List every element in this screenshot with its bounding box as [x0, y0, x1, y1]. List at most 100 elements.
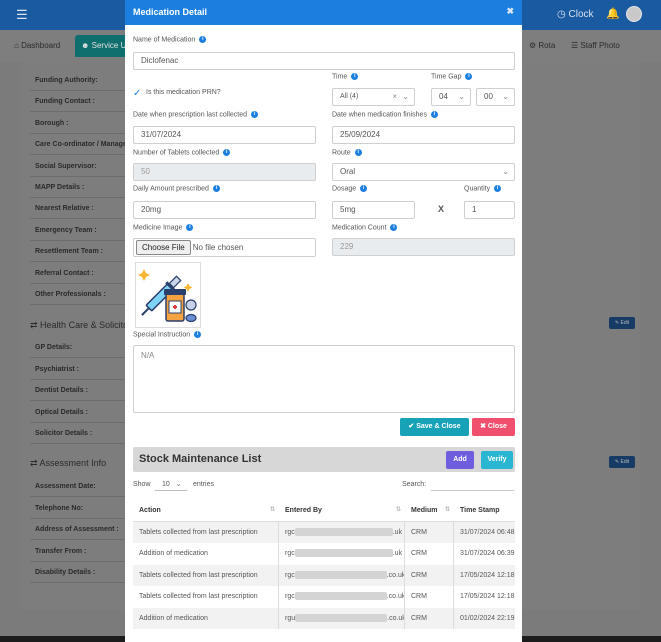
info-icon: i: [465, 73, 473, 80]
hamburger-menu-icon[interactable]: ☰: [16, 7, 28, 23]
background-detail-label: Solicitor Details :: [35, 430, 93, 438]
medicine-image-file-input[interactable]: Choose File No file chosen: [133, 238, 316, 257]
date-finish-input[interactable]: 25/09/2024: [332, 126, 515, 144]
cell-time-stamp: 17/05/2024 12:18: [460, 571, 515, 579]
medicine-image-label-text: Medicine Image: [133, 224, 183, 232]
prn-checkbox[interactable]: ✓: [133, 88, 141, 99]
date-collected-input[interactable]: 31/07/2024: [133, 126, 316, 144]
special-instruction-textarea[interactable]: N/A: [133, 345, 515, 413]
time-gap-minutes-select[interactable]: 00 ⌄: [476, 88, 515, 106]
background-detail-label: Borough :: [35, 119, 69, 127]
dosage-label-text: Dosage: [332, 185, 357, 193]
route-label-text: Route: [332, 149, 351, 157]
background-detail-label: Care Co-ordinator / Manager :: [35, 141, 134, 149]
modal-header: Medication Detail ✖: [125, 0, 522, 25]
name-of-medication-label: Name of Medication i: [133, 36, 207, 43]
table-row[interactable]: Tablets collected from last prescription…: [133, 586, 515, 608]
save-and-close-button[interactable]: ✔ Save & Close: [400, 418, 469, 436]
divider: [30, 357, 125, 358]
tablets-collected-input: 50: [133, 163, 316, 181]
search-input[interactable]: [430, 477, 515, 491]
clock-button[interactable]: ◷ Clock: [557, 9, 594, 20]
daily-amount-input[interactable]: 20mg: [133, 201, 316, 219]
entries-label: entries: [193, 481, 215, 488]
column-header-action[interactable]: Action ⇅: [133, 500, 278, 522]
time-select[interactable]: All (4) × ⌄: [332, 88, 415, 106]
tab-staff-photo[interactable]: ☰ Staff Photo: [565, 35, 626, 57]
column-header-entered-by[interactable]: Entered By ⇅: [279, 500, 404, 522]
sort-icon: ⇅: [269, 507, 275, 513]
background-detail-label: Psychiatrist :: [35, 365, 79, 373]
table-header-row: Action ⇅ Entered By ⇅ Medium ⇅ Time Stamp: [133, 500, 515, 522]
date-collected-value: 31/07/2024: [141, 130, 182, 139]
quantity-value: 1: [472, 205, 477, 214]
entered-by-end: .uk: [392, 550, 403, 557]
entered-by-end: .co.uk: [386, 593, 404, 600]
background-detail-label: Nearest Relative :: [35, 205, 94, 213]
info-icon: i: [494, 185, 502, 192]
special-instruction-label: Special Instruction i: [133, 331, 202, 339]
dosage-input[interactable]: 5mg: [332, 201, 415, 219]
medication-count-label-text: Medication Count: [332, 224, 387, 232]
tab-service-users-label: Service U: [91, 41, 127, 50]
background-detail-label: Disability Details :: [35, 569, 96, 577]
clear-icon[interactable]: ×: [392, 89, 397, 105]
daily-amount-label-text: Daily Amount prescribed: [133, 185, 209, 193]
chevron-down-icon: ⌄: [458, 92, 465, 101]
cell-action: Tablets collected from last prescription: [139, 593, 258, 600]
column-header-medium[interactable]: Medium ⇅: [405, 500, 453, 522]
cell-time-stamp: 31/07/2024 06:48: [460, 528, 515, 536]
name-of-medication-input[interactable]: Diclofenac: [133, 52, 515, 70]
name-of-medication-value: Diclofenac: [141, 56, 179, 65]
bell-icon[interactable]: 🔔: [606, 7, 620, 20]
background-detail-label: Funding Authority:: [35, 77, 98, 84]
tab-rota[interactable]: ⚙ Rota: [523, 35, 561, 57]
route-select[interactable]: Oral ⌄: [332, 163, 515, 181]
add-button[interactable]: Add: [446, 451, 474, 469]
close-icon[interactable]: ✖: [506, 6, 514, 17]
medicine-image-label: Medicine Image i: [133, 224, 194, 232]
background-detail-label: Telephone No:: [35, 504, 84, 512]
column-divider: [404, 586, 405, 608]
avatar[interactable]: [626, 6, 642, 22]
divider: [30, 304, 125, 305]
background-detail-label: Referral Contact :: [35, 269, 94, 277]
cell-time-stamp: 31/07/2024 06:39: [460, 550, 515, 557]
divider: [30, 421, 125, 423]
special-instruction-label-text: Special Instruction: [133, 331, 191, 339]
info-icon: i: [194, 331, 202, 338]
info-icon: i: [251, 111, 259, 118]
dosage-value: 5mg: [340, 205, 356, 214]
date-finish-label: Date when medication finishes i: [332, 111, 438, 118]
table-row[interactable]: Addition of medication rgu .co.uk CRM 01/02/…: [133, 607, 515, 629]
tab-dashboard[interactable]: ⌂ Dashboard: [8, 35, 66, 57]
close-button[interactable]: ✖ Close: [472, 418, 515, 436]
column-divider: [278, 564, 279, 586]
redacted-email: [295, 613, 388, 622]
cell-medium: CRM: [411, 614, 427, 622]
tab-staff-photo-label: Staff Photo: [580, 41, 620, 50]
health-care-heading-text: Health Care & Solicitors: [40, 320, 136, 330]
cell-entered-by: rgc .co.uk: [279, 586, 404, 608]
table-row[interactable]: Addition of medication rgc .uk CRM 31/07/202…: [133, 543, 515, 565]
daily-amount-label: Daily Amount prescribed i: [133, 185, 220, 192]
table-row[interactable]: Tablets collected from last prescription…: [133, 521, 515, 543]
tab-service-users[interactable]: ☻ Service U: [75, 35, 133, 57]
cell-entered-by: rgc .uk: [279, 543, 404, 565]
choose-file-button[interactable]: Choose File: [136, 240, 191, 255]
quantity-input[interactable]: 1: [464, 201, 515, 219]
divider: [30, 496, 125, 497]
route-label: Route i: [332, 149, 362, 156]
column-header-time-stamp[interactable]: Time Stamp: [454, 500, 515, 522]
table-row[interactable]: Tablets collected from last prescription…: [133, 564, 515, 586]
edit-button[interactable]: ✎ Edit: [609, 456, 635, 468]
edit-button[interactable]: ✎ Edit: [609, 317, 635, 329]
divider: [30, 539, 125, 541]
divider: [30, 239, 125, 241]
verify-button[interactable]: Verify: [481, 451, 513, 469]
divider: [30, 443, 125, 445]
time-label-text: Time: [332, 73, 348, 81]
time-gap-hours-select[interactable]: 04 ⌄: [431, 88, 471, 106]
divider: [30, 517, 125, 519]
entries-select[interactable]: 10 ⌄: [154, 478, 188, 491]
